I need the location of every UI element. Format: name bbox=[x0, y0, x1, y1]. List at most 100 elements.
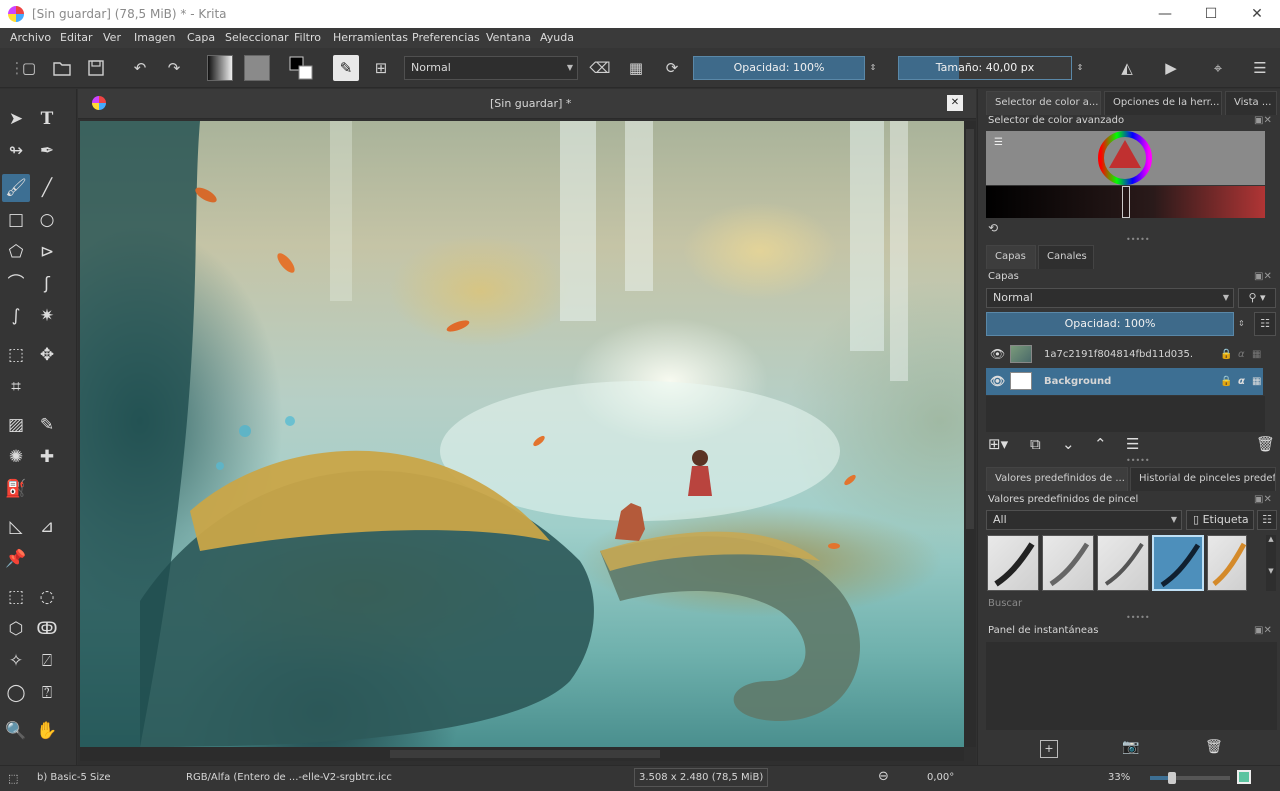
duplicate-layer-icon[interactable]: ⧉ bbox=[1030, 435, 1041, 453]
tab-layers[interactable]: Capas bbox=[986, 245, 1036, 269]
reload-preset-icon[interactable]: ⟳ bbox=[659, 55, 685, 81]
color-wheel-area[interactable]: ☰ bbox=[986, 131, 1265, 185]
move-layer-up-icon[interactable]: ⌃ bbox=[1094, 435, 1107, 453]
fg-bg-color-icon[interactable] bbox=[288, 55, 314, 81]
brush-icon[interactable]: ⬚ bbox=[8, 772, 18, 785]
eraser-mode-icon[interactable]: ⌫ bbox=[587, 55, 613, 81]
preserve-alpha-icon[interactable]: ▦ bbox=[623, 55, 649, 81]
colorize-mask-icon[interactable]: ✺ bbox=[2, 443, 30, 471]
polygon-tool-icon[interactable]: ⬠ bbox=[2, 238, 30, 266]
preset-filter-select[interactable]: All ▼ bbox=[986, 510, 1182, 530]
ellipse-select-icon[interactable]: ◌ bbox=[33, 583, 61, 611]
new-document-icon[interactable]: ▢ bbox=[16, 55, 42, 81]
delete-layer-icon[interactable]: 🗑 bbox=[1256, 435, 1275, 453]
multibrush-icon[interactable]: ✷ bbox=[33, 302, 61, 330]
delete-snapshot-icon[interactable]: 🗑 bbox=[1205, 739, 1223, 755]
close-window-button[interactable]: ✕ bbox=[1242, 4, 1272, 24]
menu-filtro[interactable]: Filtro bbox=[294, 31, 321, 44]
vertical-scroll-thumb[interactable] bbox=[966, 129, 974, 529]
splitter-handle-icon[interactable]: ••••• bbox=[1126, 456, 1150, 465]
tab-overview[interactable]: Vista ... bbox=[1225, 91, 1277, 115]
open-folder-icon[interactable] bbox=[49, 55, 75, 81]
splitter-handle-icon[interactable]: ••••• bbox=[1126, 235, 1150, 244]
move-tool-icon[interactable]: ✥ bbox=[33, 341, 61, 369]
visibility-eye-icon[interactable]: 👁 bbox=[990, 341, 1005, 368]
dynamic-brush-icon[interactable]: ∫ bbox=[2, 302, 30, 330]
layer-opacity-slider[interactable]: Opacidad: 100% bbox=[986, 312, 1234, 336]
brush-editor-icon[interactable]: ⊞ bbox=[368, 55, 394, 81]
freehand-brush-icon[interactable]: 🖌 bbox=[2, 174, 30, 202]
rotation-icon[interactable]: ⊖ bbox=[878, 769, 889, 784]
close-document-button[interactable]: ✕ bbox=[947, 95, 963, 111]
redo-icon[interactable]: ↷ bbox=[161, 55, 187, 81]
menu-seleccionar[interactable]: Seleccionar bbox=[225, 31, 289, 44]
presets-dock-close-icon[interactable]: ▣✕ bbox=[1254, 494, 1272, 505]
size-slider[interactable]: Tamaño: 40,00 px bbox=[898, 56, 1072, 80]
inherit-alpha-icon[interactable]: ▦ bbox=[1252, 368, 1261, 395]
tab-brush-history[interactable]: Historial de pinceles predefi... bbox=[1130, 467, 1276, 491]
fill-tool-icon[interactable]: ⛽ bbox=[2, 475, 30, 503]
preset-view-icon[interactable]: ☷ bbox=[1257, 510, 1277, 530]
bezier-select-icon[interactable]: ◯ bbox=[2, 679, 30, 707]
menu-preferencias[interactable]: Preferencias bbox=[412, 31, 480, 44]
brush-preset-selected[interactable] bbox=[1152, 535, 1204, 591]
zoom-value[interactable]: 33% bbox=[1108, 772, 1130, 783]
add-snapshot-icon[interactable]: + bbox=[1040, 740, 1058, 758]
edit-shapes-icon[interactable]: ↬ bbox=[2, 137, 30, 165]
layer-row-selected[interactable]: 👁 Background 🔒 α ▦ bbox=[986, 368, 1263, 395]
move-layer-down-icon[interactable]: ⌄ bbox=[1062, 435, 1075, 453]
color-picker-icon[interactable]: ✎ bbox=[33, 411, 61, 439]
dock-float-close-icon[interactable]: ▣✕ bbox=[1254, 115, 1272, 126]
zoom-tool-icon[interactable]: 🔍 bbox=[2, 717, 30, 745]
brush-preset-ink[interactable] bbox=[987, 535, 1039, 591]
menu-herramientas[interactable]: Herramientas bbox=[333, 31, 408, 44]
layers-dock-close-icon[interactable]: ▣✕ bbox=[1254, 271, 1272, 282]
menu-ver[interactable]: Ver bbox=[103, 31, 121, 44]
brush-presets-icon[interactable]: ✎ bbox=[333, 55, 359, 81]
mirror-vertical-icon[interactable]: ▶ bbox=[1158, 55, 1184, 81]
soft-proof-icon[interactable] bbox=[1237, 770, 1251, 784]
polygon-select-icon[interactable]: ⬡ bbox=[2, 615, 30, 643]
menu-ayuda[interactable]: Ayuda bbox=[540, 31, 574, 44]
size-spin-icon[interactable]: ⇕ bbox=[1073, 55, 1087, 81]
assistant-tool-icon[interactable]: ◺ bbox=[2, 513, 30, 541]
magnetic-select-icon[interactable]: ⍰ bbox=[33, 679, 61, 707]
workspace-icon[interactable]: ☰ bbox=[1247, 55, 1273, 81]
gradient-tool-icon[interactable]: ▨ bbox=[2, 411, 30, 439]
menu-editar[interactable]: Editar bbox=[60, 31, 93, 44]
layer-properties-icon[interactable]: ☷ bbox=[1254, 312, 1276, 336]
tab-tool-options[interactable]: Opciones de la herr... bbox=[1104, 91, 1222, 115]
pattern-selector-icon[interactable] bbox=[244, 55, 270, 81]
menu-imagen[interactable]: Imagen bbox=[134, 31, 175, 44]
horizontal-scroll-thumb[interactable] bbox=[390, 750, 660, 758]
refresh-icon[interactable]: ⟲ bbox=[988, 221, 998, 235]
zoom-slider-handle[interactable] bbox=[1168, 772, 1176, 784]
reference-tool-icon[interactable]: 📌 bbox=[2, 545, 30, 573]
smart-patch-icon[interactable]: ✚ bbox=[33, 443, 61, 471]
presets-scrollbar[interactable]: ▲ ▼ bbox=[1266, 535, 1276, 591]
tab-color-selector[interactable]: Selector de color a... bbox=[986, 91, 1101, 115]
horizontal-scrollbar[interactable] bbox=[80, 747, 964, 761]
transform-tool-icon[interactable]: ⬚ bbox=[2, 341, 30, 369]
line-tool-icon[interactable]: ╱ bbox=[33, 174, 61, 202]
preset-search-input[interactable]: Buscar bbox=[988, 598, 1022, 609]
text-tool-icon[interactable]: T bbox=[33, 105, 61, 133]
alpha-lock-icon[interactable]: α bbox=[1238, 368, 1245, 395]
menu-archivo[interactable]: Archivo bbox=[10, 31, 51, 44]
wrap-around-icon[interactable]: ⌖ bbox=[1205, 55, 1231, 81]
menu-ventana[interactable]: Ventana bbox=[486, 31, 531, 44]
add-layer-icon[interactable]: ⊞▾ bbox=[988, 435, 1008, 453]
layer-filter-icon[interactable]: ⚲ ▾ bbox=[1238, 288, 1276, 308]
snapshot-dock-close-icon[interactable]: ▣✕ bbox=[1254, 625, 1272, 636]
layer-settings-icon[interactable]: ☰ bbox=[1126, 435, 1139, 453]
mirror-horizontal-icon[interactable]: ◭ bbox=[1114, 55, 1140, 81]
menu-capa[interactable]: Capa bbox=[187, 31, 215, 44]
layer-opacity-spin-icon[interactable]: ⇕ bbox=[1238, 312, 1254, 336]
ellipse-tool-icon[interactable]: ○ bbox=[33, 206, 61, 234]
alpha-lock-icon[interactable]: α bbox=[1238, 341, 1245, 368]
tab-channels[interactable]: Canales bbox=[1038, 245, 1094, 269]
zoom-slider[interactable] bbox=[1150, 772, 1230, 784]
bezier-tool-icon[interactable]: ⌒ bbox=[2, 270, 30, 298]
lock-icon[interactable]: 🔒 bbox=[1220, 341, 1232, 368]
inherit-alpha-icon[interactable]: ▦ bbox=[1252, 341, 1261, 368]
